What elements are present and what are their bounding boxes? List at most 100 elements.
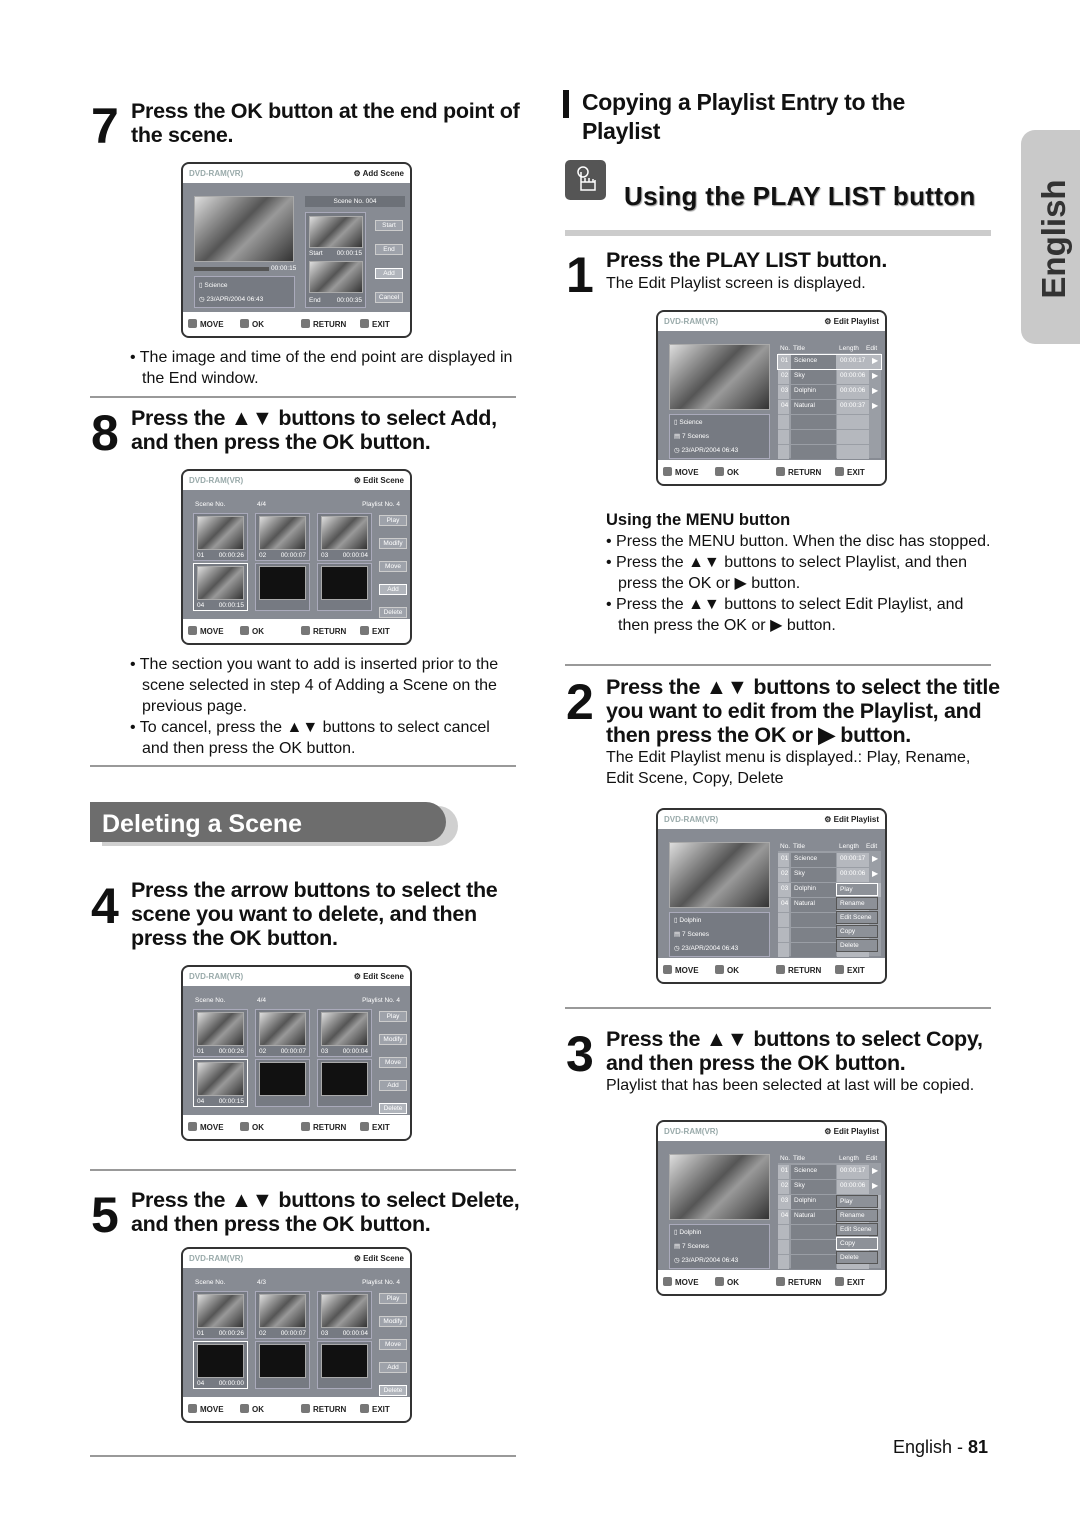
col-no: No. bbox=[780, 843, 791, 850]
button-start[interactable]: Start bbox=[375, 220, 403, 231]
scene-length: 00:00:26 bbox=[218, 552, 244, 559]
thumbnail-image bbox=[259, 1012, 306, 1046]
button-play[interactable]: Play bbox=[379, 515, 407, 526]
row-title: Science bbox=[791, 853, 836, 867]
section-title: Copying a Playlist Entry to the Playlist bbox=[582, 89, 905, 144]
row-number: 02 bbox=[778, 1180, 789, 1194]
menu-item-play[interactable]: Play bbox=[836, 883, 878, 896]
row-title bbox=[791, 913, 836, 927]
row-number bbox=[778, 913, 789, 927]
scene-length: 00:00:26 bbox=[218, 1330, 244, 1337]
scene-count: 4/4 bbox=[257, 501, 267, 508]
table-row[interactable]: 02 Sky 00:00:06 ▶ bbox=[778, 1180, 881, 1194]
button-add[interactable]: Add bbox=[379, 584, 407, 595]
screen-header: DVD-RAM(VR) ⚙ Edit Scene bbox=[183, 1249, 410, 1268]
menu-item-rename[interactable]: Rename bbox=[836, 1209, 878, 1222]
scene-number: 03 bbox=[321, 552, 329, 559]
table-row[interactable] bbox=[778, 430, 881, 444]
button-play[interactable]: Play bbox=[379, 1011, 407, 1022]
menu-item-edit-scene[interactable]: Edit Scene bbox=[836, 1223, 878, 1236]
menu-item-play[interactable]: Play bbox=[836, 1195, 878, 1208]
preview-image bbox=[669, 344, 770, 410]
menu-item-delete[interactable]: Delete bbox=[836, 939, 878, 952]
info-box: ▯ Dolphin ▤ 7 Scenes ◷ 23/APR/2004 06:43 bbox=[669, 912, 770, 957]
table-row[interactable]: 04 Natural 00:00:37 ▶ bbox=[778, 400, 881, 414]
row-number: 03 bbox=[778, 385, 789, 399]
row-number bbox=[778, 1240, 789, 1254]
record-date: ◷ 23/APR/2004 06:43 bbox=[674, 1257, 739, 1264]
button-move[interactable]: Move bbox=[379, 1057, 407, 1068]
screen-header: DVD-RAM(VR) ⚙ Edit Scene bbox=[183, 471, 410, 490]
menu-item-delete[interactable]: Delete bbox=[836, 1251, 878, 1264]
scene-thumbnail: 01 00:00:26 bbox=[193, 513, 248, 561]
button-add[interactable]: Add bbox=[375, 268, 403, 279]
menu-item-copy[interactable]: Copy bbox=[836, 1237, 878, 1250]
button-end[interactable]: End bbox=[375, 244, 403, 255]
col-length: Length bbox=[839, 345, 859, 352]
row-number bbox=[778, 415, 789, 429]
button-delete[interactable]: Delete bbox=[379, 1103, 407, 1114]
scene-length: 00:00:26 bbox=[218, 1048, 244, 1055]
row-length bbox=[837, 415, 869, 429]
table-row[interactable]: 03 Dolphin 00:00:06 ▶ bbox=[778, 385, 881, 399]
button-modify[interactable]: Modify bbox=[379, 1034, 407, 1045]
record-date: ◷ 23/APR/2004 06:43 bbox=[674, 447, 739, 454]
scene-thumbnail: 03 00:00:04 bbox=[317, 513, 372, 561]
button-modify[interactable]: Modify bbox=[379, 1316, 407, 1327]
row-number bbox=[778, 928, 789, 942]
thumbnail-image bbox=[197, 516, 244, 550]
disc-type: DVD-RAM(VR) bbox=[189, 476, 244, 485]
button-add[interactable]: Add bbox=[379, 1080, 407, 1091]
button-delete[interactable]: Delete bbox=[379, 607, 407, 618]
scene-thumbnail bbox=[255, 563, 310, 611]
table-row[interactable]: 01 Science 00:00:17 ▶ bbox=[778, 853, 881, 867]
button-move[interactable]: Move bbox=[379, 561, 407, 572]
footer-key-return: RETURN bbox=[301, 319, 346, 329]
row-number: 04 bbox=[778, 898, 789, 912]
table-row[interactable] bbox=[778, 415, 881, 429]
menu-item-copy[interactable]: Copy bbox=[836, 925, 878, 938]
step-heading: Press the OK button at the end point of t… bbox=[131, 99, 520, 147]
screen-header: DVD-RAM(VR) ⚙ Edit Playlist bbox=[658, 810, 885, 829]
row-title bbox=[791, 415, 836, 429]
table-row[interactable]: 01 Science 00:00:17 ▶ bbox=[778, 1165, 881, 1179]
page-footer: English - 81 bbox=[893, 1437, 988, 1458]
row-length: 00:00:17 bbox=[837, 355, 869, 369]
col-edit: Edit bbox=[866, 345, 878, 352]
table-row[interactable]: 02 Sky 00:00:06 ▶ bbox=[778, 370, 881, 384]
footer-key-ok: OK bbox=[715, 467, 739, 477]
scene-number: 03 bbox=[321, 1048, 329, 1055]
playlist-no: Playlist No. 4 bbox=[362, 997, 400, 1004]
scene-count: ▤ 7 Scenes bbox=[674, 931, 710, 938]
table-row[interactable] bbox=[778, 445, 881, 459]
thumbnail-image bbox=[259, 1344, 306, 1378]
thumbnail-image bbox=[197, 1294, 244, 1328]
row-number bbox=[778, 1255, 789, 1269]
scene-no-label: Scene No. bbox=[195, 997, 226, 1004]
button-cancel[interactable]: Cancel bbox=[375, 292, 403, 303]
scene-number: 02 bbox=[259, 1048, 267, 1055]
button-move[interactable]: Move bbox=[379, 1339, 407, 1350]
row-number: 04 bbox=[778, 1210, 789, 1224]
menu-item-edit-scene[interactable]: Edit Scene bbox=[836, 911, 878, 924]
row-title bbox=[791, 1255, 836, 1269]
scene-count: 4/4 bbox=[257, 997, 267, 1004]
button-play[interactable]: Play bbox=[379, 1293, 407, 1304]
step-number: 8 bbox=[91, 405, 119, 461]
screen-title: ⚙ Edit Playlist bbox=[824, 1127, 879, 1136]
table-row[interactable]: 01 Science 00:00:17 ▶ bbox=[777, 354, 882, 370]
divider bbox=[90, 765, 516, 767]
button-modify[interactable]: Modify bbox=[379, 538, 407, 549]
menu-item-rename[interactable]: Rename bbox=[836, 897, 878, 910]
disc-type: DVD-RAM(VR) bbox=[664, 1127, 719, 1136]
button-delete[interactable]: Delete bbox=[379, 1385, 407, 1396]
screen-edit-playlist: DVD-RAM(VR) ⚙ Edit Playlist MOVE OK RETURN EX… bbox=[656, 1120, 887, 1296]
scene-count: 4/3 bbox=[257, 1279, 267, 1286]
screen-footer: MOVE OK RETURN EXIT bbox=[183, 1115, 410, 1139]
row-title bbox=[791, 430, 836, 444]
row-title: Sky bbox=[791, 1180, 836, 1194]
step-number: 3 bbox=[566, 1026, 594, 1082]
table-row[interactable]: 02 Sky 00:00:06 ▶ bbox=[778, 868, 881, 882]
row-title: Dolphin bbox=[791, 883, 836, 897]
button-add[interactable]: Add bbox=[379, 1362, 407, 1373]
